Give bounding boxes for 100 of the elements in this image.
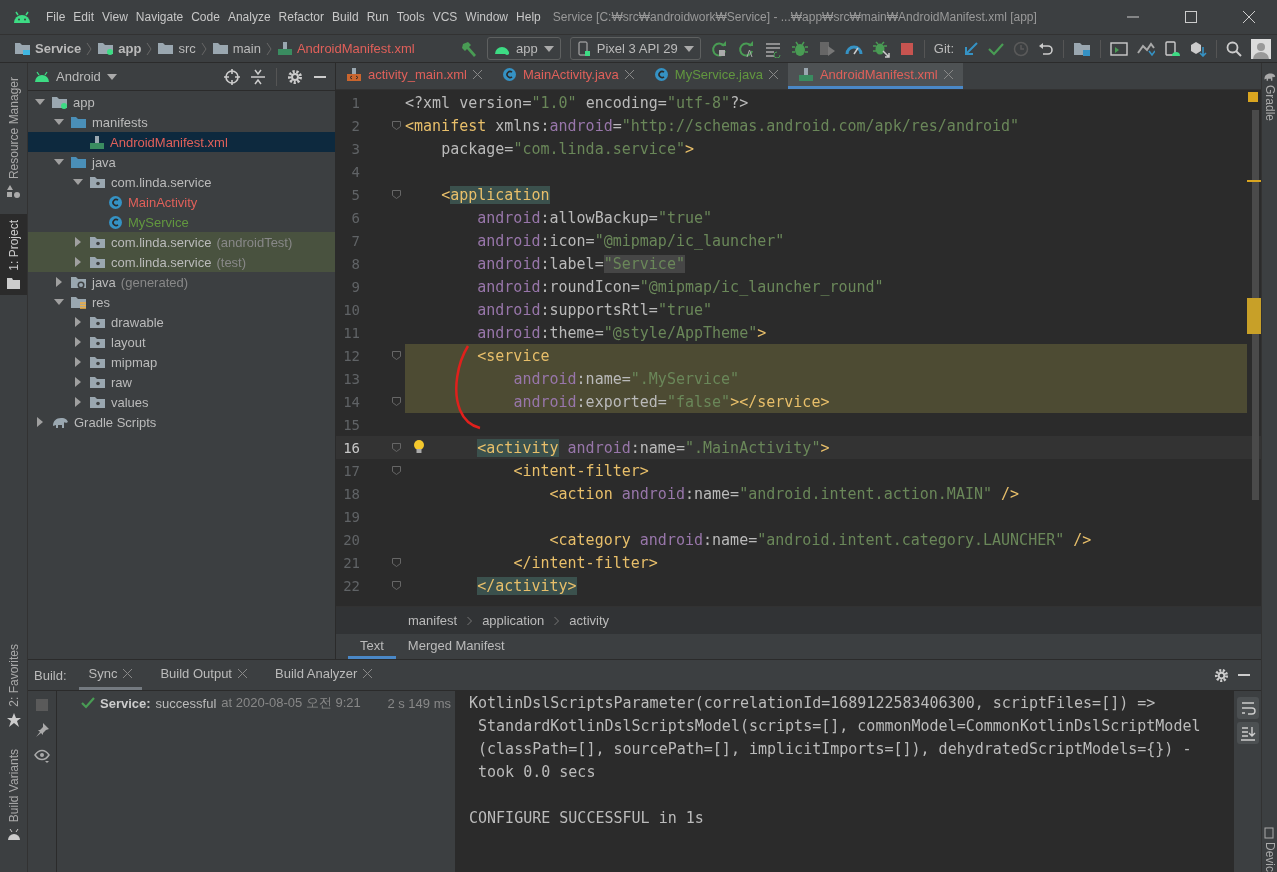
tree-item[interactable]: MyService bbox=[28, 212, 335, 232]
build-tab[interactable]: Build Analyzer bbox=[265, 660, 383, 690]
tool-window-tab[interactable]: Resource Manager bbox=[0, 71, 27, 205]
tree-item[interactable]: manifests bbox=[28, 112, 335, 132]
fold-marker-icon[interactable] bbox=[392, 581, 401, 590]
menu-item[interactable]: View bbox=[98, 10, 132, 24]
layout-file-icon bbox=[346, 67, 362, 82]
close-icon[interactable] bbox=[624, 70, 634, 79]
arrow-down-left-icon[interactable] bbox=[963, 40, 979, 57]
build-tab[interactable]: Build Output bbox=[150, 660, 257, 690]
menu-item[interactable]: Run bbox=[362, 10, 393, 24]
restart-icon[interactable] bbox=[709, 39, 728, 58]
apply-changes-icon[interactable] bbox=[736, 39, 755, 58]
editor-mode-tab[interactable]: Merged Manifest bbox=[395, 634, 517, 659]
bug-arrow-icon[interactable] bbox=[871, 39, 890, 58]
fold-marker-icon[interactable] bbox=[392, 397, 401, 406]
cube-icon[interactable] bbox=[1189, 40, 1207, 57]
close-icon[interactable] bbox=[123, 669, 133, 678]
user-avatar-icon[interactable] bbox=[1251, 38, 1271, 59]
fold-marker-icon[interactable] bbox=[392, 558, 401, 567]
menu-item[interactable]: Help bbox=[512, 10, 545, 24]
breadcrumb-item[interactable]: application bbox=[482, 613, 545, 628]
close-icon[interactable] bbox=[363, 669, 373, 678]
eye-icon[interactable] bbox=[34, 749, 50, 763]
search-icon[interactable] bbox=[1226, 40, 1242, 57]
tree-item[interactable]: values bbox=[28, 392, 335, 412]
tree-item[interactable]: MainActivity bbox=[28, 192, 335, 212]
pin-icon[interactable] bbox=[35, 723, 49, 737]
close-icon[interactable] bbox=[238, 669, 247, 678]
menu-item[interactable]: VCS bbox=[428, 10, 462, 24]
menu-item[interactable]: Build bbox=[327, 10, 363, 24]
build-tab[interactable]: Sync bbox=[78, 660, 143, 690]
close-icon[interactable] bbox=[1243, 11, 1255, 23]
tree-item[interactable]: com.linda.service (androidTest) bbox=[28, 232, 335, 252]
folder-icon[interactable] bbox=[1073, 40, 1091, 57]
tree-item[interactable]: java bbox=[28, 152, 335, 172]
breadcrumb-item[interactable]: activity bbox=[569, 613, 610, 628]
menu-item[interactable]: Refactor bbox=[274, 10, 328, 24]
tree-item[interactable]: Gradle Scripts bbox=[28, 412, 335, 432]
fold-marker-icon[interactable] bbox=[392, 351, 401, 360]
tree-item[interactable]: java (generated) bbox=[28, 272, 335, 292]
locate-icon[interactable] bbox=[224, 68, 240, 85]
editor-mode-tab[interactable]: Text bbox=[348, 634, 396, 659]
tree-item[interactable]: mipmap bbox=[28, 352, 335, 372]
menu-item[interactable]: Edit bbox=[69, 10, 99, 24]
menu-item[interactable]: File bbox=[42, 10, 70, 24]
fold-marker-icon[interactable] bbox=[392, 190, 401, 199]
breadcrumb-item[interactable]: Service bbox=[14, 41, 82, 56]
tree-item[interactable]: res bbox=[28, 292, 335, 312]
tool-window-tab[interactable]: 1: Project bbox=[0, 214, 27, 295]
phone-icon[interactable] bbox=[1164, 40, 1180, 57]
editor-tab[interactable]: MainActivity.java bbox=[491, 63, 644, 89]
close-icon[interactable] bbox=[472, 70, 482, 79]
menu-item[interactable]: Code bbox=[187, 10, 224, 24]
soft-wrap-icon[interactable] bbox=[1236, 697, 1259, 719]
breadcrumb-item[interactable]: manifest bbox=[408, 613, 458, 628]
breadcrumb-item[interactable]: src bbox=[157, 41, 196, 56]
collapse-all-icon[interactable] bbox=[250, 68, 266, 85]
chevron-icon bbox=[467, 615, 473, 626]
breadcrumb-item[interactable]: main bbox=[211, 41, 261, 56]
tree-item[interactable]: com.linda.service bbox=[28, 172, 335, 192]
tree-item[interactable]: drawable bbox=[28, 312, 335, 332]
chevron-icon bbox=[86, 40, 93, 57]
fold-marker-icon[interactable] bbox=[392, 466, 401, 475]
tool-window-tab[interactable]: Gradle bbox=[1262, 63, 1277, 122]
settings-icon[interactable] bbox=[287, 68, 303, 85]
hammer-icon[interactable] bbox=[460, 39, 479, 58]
tool-window-tab[interactable]: Build Variants bbox=[0, 742, 27, 846]
terminal-window-icon[interactable] bbox=[1110, 40, 1128, 57]
tree-item[interactable]: raw bbox=[28, 372, 335, 392]
close-icon[interactable] bbox=[768, 70, 778, 79]
build-result-row[interactable]: Service: successful at 2020-08-05 오전 9:21 2 s 149 ms bbox=[57, 693, 455, 713]
fold-marker-icon[interactable] bbox=[392, 121, 401, 130]
menu-item[interactable]: Analyze bbox=[223, 10, 275, 24]
folder-icon bbox=[7, 276, 20, 289]
maximize-icon[interactable] bbox=[1185, 11, 1197, 23]
settings-icon[interactable] bbox=[1214, 667, 1229, 683]
editor-tab[interactable]: MyService.java bbox=[643, 63, 788, 89]
breadcrumb-item[interactable]: app bbox=[97, 41, 142, 56]
tree-item[interactable]: AndroidManifest.xml bbox=[28, 132, 335, 152]
device-dropdown[interactable]: Pixel 3 API 29 bbox=[569, 37, 701, 60]
undo-icon[interactable] bbox=[1038, 40, 1054, 57]
lightbulb-icon[interactable] bbox=[413, 440, 425, 454]
code-line: android:label="Service" bbox=[476, 254, 685, 273]
run-config-dropdown[interactable]: app bbox=[487, 37, 561, 60]
stop-icon[interactable] bbox=[898, 40, 915, 57]
tree-item[interactable]: app bbox=[28, 92, 335, 112]
project-view-dropdown[interactable]: Android bbox=[34, 69, 117, 84]
menu-item[interactable]: Window bbox=[461, 10, 513, 24]
package-folder-icon bbox=[89, 374, 106, 390]
menu-item[interactable]: Tools bbox=[392, 10, 429, 24]
editor-tab[interactable]: activity_main.xml bbox=[336, 63, 492, 89]
menu-item[interactable]: Navigate bbox=[131, 10, 188, 24]
tree-item[interactable]: layout bbox=[28, 332, 335, 352]
tree-item[interactable]: com.linda.service (test) bbox=[28, 252, 335, 272]
tool-window-tab[interactable]: 2: Favorites bbox=[0, 638, 27, 733]
fold-marker-icon[interactable] bbox=[392, 443, 401, 452]
scroll-to-end-icon[interactable] bbox=[1236, 722, 1259, 744]
tool-window-tab[interactable]: Devic bbox=[1262, 819, 1277, 872]
bug-icon[interactable] bbox=[790, 39, 809, 58]
